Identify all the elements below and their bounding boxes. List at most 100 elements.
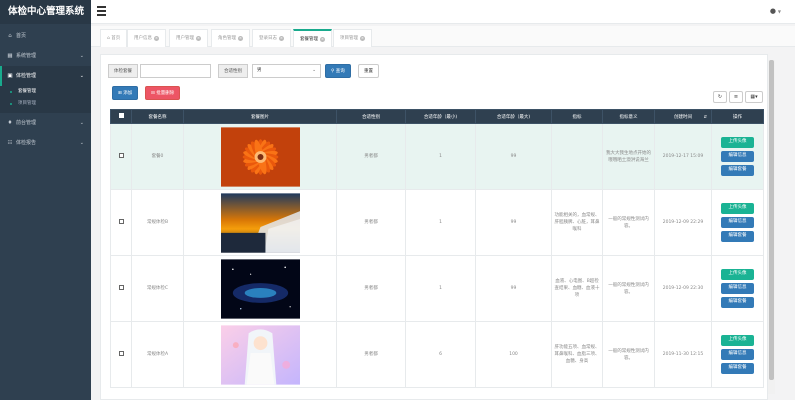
cell-meaning: 一般的常规性测试内容。 <box>602 255 655 322</box>
close-icon[interactable]: × <box>279 36 284 41</box>
package-name-input[interactable] <box>140 64 211 78</box>
cell-created: 2019-12-09 22:30 <box>654 255 712 322</box>
col-header-min-age[interactable]: 合适年龄（最小) <box>405 109 476 124</box>
batch-delete-button[interactable]: ⊟ 批量删除 <box>145 86 181 100</box>
menu-toggle-icon[interactable] <box>97 6 106 16</box>
select-all-checkbox[interactable] <box>118 113 124 118</box>
sidebar-item-front[interactable]: ♦ 前台管理 ⌄ <box>0 113 91 133</box>
tab-project-manage[interactable]: 项目管理 × <box>333 29 372 47</box>
upload-avatar-button[interactable]: 上传头像 <box>721 137 754 148</box>
select-all-cell <box>110 109 132 124</box>
sidebar-item-home[interactable]: ⌂ 首页 <box>0 26 91 46</box>
cell-name: 常规体检A <box>131 321 184 388</box>
cell-meaning: 一般的常规性测试内容。 <box>602 321 655 388</box>
col-header-image[interactable]: 套餐图片 <box>183 109 337 124</box>
close-icon[interactable]: × <box>360 36 365 41</box>
cell-max-age: 99 <box>475 123 552 190</box>
col-header-created[interactable]: 创建时间 ⇵ <box>654 109 712 124</box>
cell-gender: 男者都 <box>336 255 406 322</box>
add-button-label: 添加 <box>123 91 133 96</box>
top-header: ● ▼ <box>91 0 795 24</box>
package-photo <box>220 126 300 187</box>
close-icon[interactable]: × <box>238 36 243 41</box>
sidebar-item-label: 体检管理 <box>16 73 37 79</box>
close-icon[interactable]: × <box>320 37 325 42</box>
upload-avatar-button[interactable]: 上传头像 <box>721 269 754 280</box>
sidebar-subitem-package[interactable]: 套餐管理 <box>0 86 91 98</box>
table-row: 套餐0 男者都 1 99 我大大我生地点开始的哦哦晒土澳洪说海兰 2019-12… <box>110 123 764 190</box>
upload-avatar-button[interactable]: 上传头像 <box>721 335 754 346</box>
add-button[interactable]: ⊞ 添加 <box>112 86 139 100</box>
tab-label: 登录日志 <box>259 36 277 41</box>
cell-max-age: 99 <box>475 255 552 322</box>
cell-min-age: 6 <box>405 321 476 388</box>
user-menu[interactable]: ● ▼ <box>770 7 781 15</box>
cell-max-age: 100 <box>475 321 552 388</box>
cell-name: 常规体检C <box>131 255 184 322</box>
list-view-icon[interactable]: ≡ <box>729 91 743 103</box>
tab-user-info[interactable]: 用户信息 × <box>127 29 166 47</box>
row-select-cell <box>110 321 132 388</box>
cell-image <box>183 255 337 322</box>
tab-user-manage[interactable]: 用户管理 × <box>169 29 208 47</box>
cell-meaning: 一般的常规性测试内容。 <box>602 189 655 256</box>
tab-role-manage[interactable]: 角色管理 × <box>211 29 250 47</box>
edit-package-button[interactable]: 编辑套餐 <box>721 297 754 308</box>
sidebar-item-system[interactable]: ▦ 系统管理 ⌄ <box>0 46 91 66</box>
edit-package-button[interactable]: 编辑套餐 <box>721 363 754 374</box>
col-header-meaning[interactable]: 指标意义 <box>602 109 655 124</box>
tab-label: 角色管理 <box>218 36 236 41</box>
sidebar-subitem-project[interactable]: 项目管理 <box>0 98 91 110</box>
edit-package-button[interactable]: 编辑套餐 <box>721 231 754 242</box>
sidebar-item-report[interactable]: ☷ 体检报告 ⌄ <box>0 133 91 153</box>
col-header-name[interactable]: 套餐名称 <box>131 109 184 124</box>
col-header-gender[interactable]: 合适性别 <box>336 109 406 124</box>
col-header-max-age[interactable]: 合适年龄（最大) <box>475 109 552 124</box>
caret-down-icon: ▼ <box>777 9 781 14</box>
chevron-down-icon: ⌄ <box>79 140 84 146</box>
col-header-indicator[interactable]: 指标 <box>551 109 603 124</box>
row-checkbox[interactable] <box>118 284 124 290</box>
row-checkbox[interactable] <box>118 152 124 158</box>
edit-info-button[interactable]: 编辑信息 <box>721 151 754 162</box>
edit-info-button[interactable]: 编辑信息 <box>721 349 754 360</box>
tab-home[interactable]: ⌂ 首页 <box>100 29 128 47</box>
brand-title: 体检中心管理系统 <box>0 0 91 24</box>
sidebar-item-label: 前台管理 <box>16 120 37 126</box>
query-button[interactable]: ⚲ 查询 <box>325 64 351 78</box>
chevron-down-icon: ⌄ <box>79 120 84 126</box>
upload-avatar-button[interactable]: 上传头像 <box>721 203 754 214</box>
cell-gender: 男者都 <box>336 189 406 256</box>
gender-select[interactable]: 男 ⌄ <box>252 64 321 78</box>
col-header-actions: 操作 <box>711 109 764 124</box>
tab-label: 用户管理 <box>176 36 194 41</box>
search-icon: ⚲ <box>331 69 335 74</box>
row-checkbox[interactable] <box>118 350 124 356</box>
cell-actions: 上传头像 编辑信息 编辑套餐 <box>711 321 764 388</box>
row-checkbox[interactable] <box>118 218 124 224</box>
chevron-down-icon: ⌄ <box>79 73 84 79</box>
table-row: 常规体检B 男者都 1 99 功能相关的，血常规、肝胆胰脾、心脏，耳鼻喉科 一般… <box>110 189 764 256</box>
cell-actions: 上传头像 编辑信息 编辑套餐 <box>711 189 764 256</box>
cell-max-age: 99 <box>475 189 552 256</box>
refresh-icon[interactable]: ↻ <box>713 91 727 103</box>
cell-image <box>183 189 337 256</box>
columns-icon[interactable]: ▦▾ <box>745 91 763 103</box>
cell-created: 2019-12-09 22:29 <box>654 189 712 256</box>
reset-button[interactable]: 重置 <box>358 64 379 78</box>
col-header-created-label: 创建时间 <box>674 114 692 120</box>
close-icon[interactable]: × <box>154 36 159 41</box>
edit-info-button[interactable]: 编辑信息 <box>721 283 754 294</box>
tab-label: 套餐管理 <box>300 37 318 42</box>
tab-package-manage[interactable]: 套餐管理 × <box>293 29 332 47</box>
sidebar-item-exam[interactable]: ▣ 体检管理 ⌄ <box>0 66 91 86</box>
scrollbar-thumb[interactable] <box>769 60 774 380</box>
close-icon[interactable]: × <box>196 36 201 41</box>
edit-info-button[interactable]: 编辑信息 <box>721 217 754 228</box>
cell-gender: 男者都 <box>336 123 406 190</box>
tab-label: 首页 <box>111 36 121 41</box>
cell-min-age: 1 <box>405 255 476 322</box>
tab-login-log[interactable]: 登录日志 × <box>252 29 291 47</box>
sidebar: 体检中心管理系统 ⌂ 首页 ▦ 系统管理 ⌄ ▣ 体检管理 ⌄ 套餐管理 项目管理 ♦… <box>0 0 91 400</box>
edit-package-button[interactable]: 编辑套餐 <box>721 165 754 176</box>
